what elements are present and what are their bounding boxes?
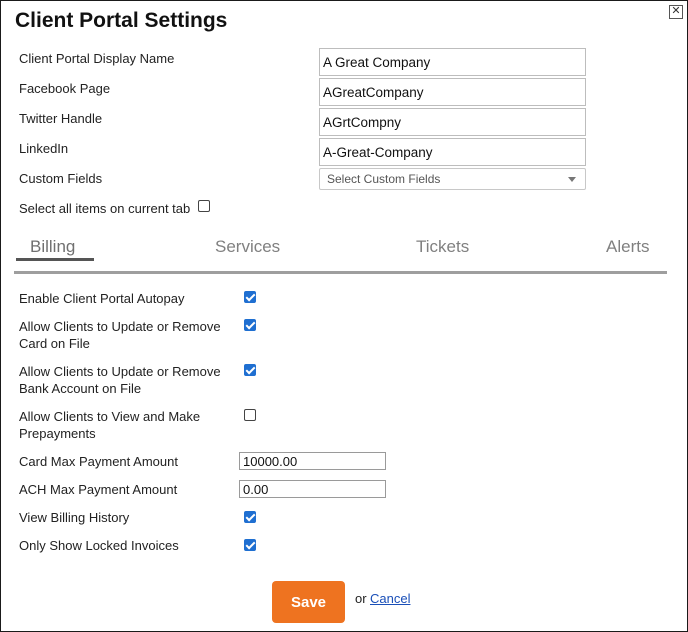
dialog-title: Client Portal Settings [15,9,228,32]
tab-divider [14,271,667,274]
tab-services[interactable]: Services [215,237,280,257]
select-all-label: Select all items on current tab [19,201,191,216]
prepayments-label: Allow Clients to View and Make Prepaymen… [19,409,201,441]
billing-history-label: View Billing History [19,510,130,525]
chevron-down-icon [568,177,576,182]
update-bank-label: Allow Clients to Update or Remove Bank A… [19,364,221,396]
display-name-input[interactable] [319,48,586,76]
select-all-checkbox[interactable] [198,200,210,212]
active-tab-indicator [16,258,94,261]
tab-tickets[interactable]: Tickets [416,237,469,257]
locked-invoices-label: Only Show Locked Invoices [19,538,179,553]
twitter-label: Twitter Handle [19,111,103,126]
update-bank-checkbox[interactable] [244,364,256,376]
tab-billing[interactable]: Billing [30,237,75,257]
linkedin-label: LinkedIn [19,141,69,156]
prepayments-checkbox[interactable] [244,409,256,421]
display-name-label: Client Portal Display Name [19,51,175,66]
ach-max-label: ACH Max Payment Amount [19,482,178,497]
card-max-label: Card Max Payment Amount [19,454,178,469]
tab-alerts[interactable]: Alerts [606,237,649,257]
locked-invoices-checkbox[interactable] [244,539,256,551]
custom-fields-label: Custom Fields [19,171,103,186]
custom-fields-select[interactable]: Select Custom Fields [319,168,586,190]
close-icon[interactable]: ✕ [669,5,683,19]
client-portal-settings-dialog: Client Portal Settings ✕ Client Portal D… [0,0,688,632]
facebook-input[interactable] [319,78,586,106]
ach-max-input[interactable] [239,480,386,498]
facebook-label: Facebook Page [19,81,111,96]
custom-fields-placeholder: Select Custom Fields [327,172,441,186]
twitter-input[interactable] [319,108,586,136]
update-card-label: Allow Clients to Update or Remove Card o… [19,319,221,351]
card-max-input[interactable] [239,452,386,470]
autopay-checkbox[interactable] [244,291,256,303]
billing-history-checkbox[interactable] [244,511,256,523]
autopay-label: Enable Client Portal Autopay [19,291,185,306]
cancel-link[interactable]: Cancel [370,591,410,606]
save-button[interactable]: Save [272,581,345,623]
linkedin-input[interactable] [319,138,586,166]
or-text: or [355,591,367,606]
update-card-checkbox[interactable] [244,319,256,331]
